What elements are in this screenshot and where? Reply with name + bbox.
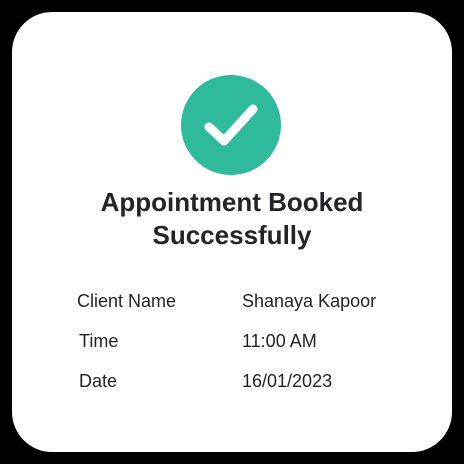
confirmation-title-line-2: Successfully [152,220,312,250]
client-name-label: Client Name [77,291,177,311]
detail-row-time: Time 11:00 AM [12,326,452,356]
date-value: 16/01/2023 [242,371,333,391]
time-value: 11:00 AM [242,331,317,351]
confirmation-title: Appointment Booked Successfully [12,186,452,252]
success-check-icon [181,75,281,175]
confirmation-card: Appointment Booked Successfully Client N… [12,12,452,452]
date-label: Date [79,371,118,391]
detail-row-date: Date 16/01/2023 [12,366,452,396]
checkmark-icon [204,104,258,146]
detail-row-client-name: Client Name Shanaya Kapoor [12,286,452,316]
client-name-value: Shanaya Kapoor [242,291,377,311]
time-label: Time [79,331,119,351]
confirmation-title-line-1: Appointment Booked [100,187,364,217]
